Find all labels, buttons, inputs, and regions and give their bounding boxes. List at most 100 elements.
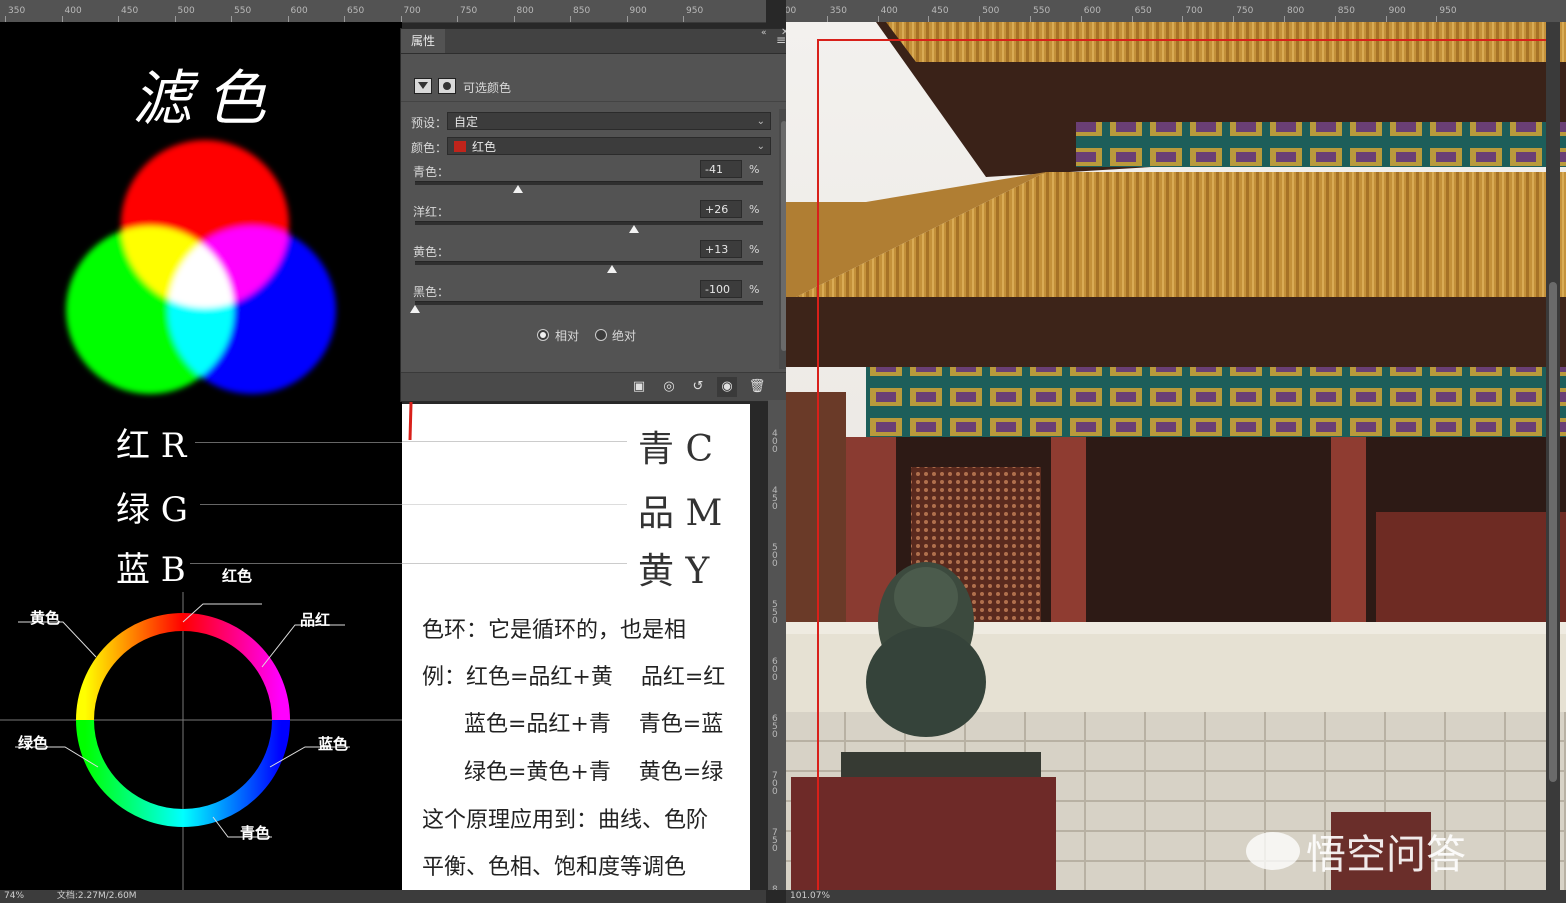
forbidden-city-photo: 悟空问答 [786,22,1566,890]
vertical-ruler-tick-label: 550 [772,600,778,626]
color-dropdown[interactable]: 红色 ⌄ [447,137,771,155]
ruler-right-tick-label: 950 [1439,6,1457,16]
vertical-ruler: 400 450 500 550 600 650 700 750 800 [768,400,786,890]
screen-blend-diagram: 滤色 红 R 绿 G 蓝 B 红色 黄色 品红 绿色 蓝色 青色 [0,22,402,890]
ruler-right-tick-label: 500 [982,6,1000,16]
reset-button[interactable]: ↺ [688,377,708,397]
ruler-right-tick-label: 750 [1236,6,1254,16]
magenta-value-input[interactable]: +26 [700,200,742,218]
ruler-left-tick-label: 800 [516,6,534,16]
black-value-input[interactable]: -100 [700,280,742,298]
ruler-left-tick-label: 650 [347,6,365,16]
magenta-slider-track[interactable] [415,221,763,225]
percent-sign: % [749,163,760,176]
chevron-down-icon: ⌄ [756,116,765,127]
ruler-right-tick-label: 550 [1033,6,1051,16]
tab-properties[interactable]: 属性 [401,29,446,53]
relative-label: 相对 [555,329,580,343]
ruler-left-tick-label: 900 [629,6,647,16]
rgb-line-red [195,442,402,443]
ruler-right-tick-label: 600 [1083,6,1101,16]
red-selection-frame [817,39,1552,890]
watermark: 悟空问答 [1246,822,1466,880]
panel-divider [401,101,794,102]
slider-label-magenta: 洋红： [413,205,450,219]
photo-scrollbar[interactable] [1546,22,1560,890]
wheel-label-green: 绿色 [18,734,49,752]
absolute-label: 绝对 [612,329,637,343]
cyan-value-input[interactable]: -41 [700,160,742,178]
status-bar-right: 101.07% [786,890,1566,903]
wheel-label-magenta: 品红 [300,611,331,629]
ruler-left-tick-label: 400 [64,6,82,16]
horizontal-ruler-right: 300 350 400 450 500 550 600 650 700 750 800 850 900 9… [786,0,1566,23]
ruler-left-tick-label: 850 [573,6,591,16]
color-wheel [0,592,402,890]
wheel-label-blue: 蓝色 [318,735,349,753]
ruler-right-tick-label: 400 [880,6,898,16]
status-bar-left: 74% 文档:2.27M/2.60M [0,890,766,903]
vertical-ruler-tick-label: 500 [772,543,778,569]
ruler-right-tick-label: 850 [1337,6,1355,16]
chevron-down-icon: ⌄ [756,141,765,152]
delete-button[interactable]: 🗑 [747,377,767,397]
color-value: 红色 [472,140,497,154]
ruler-right-tick-label: 900 [1388,6,1406,16]
absolute-radio[interactable] [595,329,607,341]
ruler-right-tick-label: 450 [931,6,949,16]
yellow-value-input[interactable]: +13 [700,240,742,258]
watermark-logo-icon [1246,832,1300,870]
adjustment-layer-icon [414,78,432,94]
ruler-right-tick-label: 650 [1134,6,1152,16]
zoom-level-right: 101.07% [790,891,831,901]
slider-label-cyan: 青色： [413,165,450,179]
percent-sign: % [749,283,760,296]
ruler-left-tick-label: 700 [403,6,421,16]
zoom-level: 74% [4,891,25,901]
slider-label-black: 黑色： [413,285,450,299]
ruler-left-tick-label: 750 [460,6,478,16]
cyan-slider-track[interactable] [415,181,763,185]
ruler-left-tick-mark [457,16,458,22]
doc-line-5: 这个原理应用到：曲线、色阶 [422,808,709,833]
label-yellow-y: 黄 Y [638,551,710,592]
ruler-left-tick-label: 450 [121,6,139,16]
view-previous-state-button[interactable]: ◎ [659,377,679,397]
relative-radio[interactable] [537,329,549,341]
ruler-left-tick-label: 500 [177,6,195,16]
ruler-left-tick-label: 350 [8,6,26,16]
ruler-right-tick-label: 700 [1185,6,1203,16]
vertical-ruler-tick-label: 450 [772,486,778,512]
ruler-left-tick-label: 550 [234,6,252,16]
watermark-text: 悟空问答 [1306,832,1466,878]
vertical-ruler-tick-label: 800 [772,885,778,891]
magenta-slider-thumb[interactable] [629,225,640,233]
visibility-eye-button[interactable]: ◉ [717,377,737,397]
label-magenta-m: 品 M [638,493,723,534]
black-slider-thumb[interactable] [410,305,420,313]
ruler-left-tick-mark [683,16,684,22]
ruler-left-tick-mark [626,16,628,22]
layer-mask-icon[interactable] [438,78,456,94]
panel-button-bar: ▣ ◎ ↺ ◉ 🗑 [401,372,794,401]
preset-dropdown[interactable]: 自定 ⌄ [447,112,771,130]
clip-to-layer-button[interactable]: ▣ [629,377,649,397]
doc-line-3: 蓝色=品红+青 青色=蓝 [422,712,724,737]
yellow-slider-track[interactable] [415,261,763,265]
ruler-left-tick-label: 950 [686,6,704,16]
percent-sign: % [749,243,760,256]
vertical-ruler-tick-label: 600 [772,657,778,683]
collapse-icon[interactable]: « [761,28,767,38]
black-slider-track[interactable] [415,301,763,305]
label-green-g: 绿 G [116,490,188,530]
vertical-ruler-tick-label: 750 [772,828,778,854]
rgb-circles [66,140,336,394]
yellow-slider-thumb[interactable] [606,265,617,273]
panel-header: 属性 ≡ [401,29,794,54]
wheel-label-yellow: 黄色 [30,609,61,627]
doc-line-6: 平衡、色相、饱和度等调色 [422,855,687,880]
properties-panel: 属性 ≡ « ✕ 可选颜色 预设： 自定 ⌄ 颜色： 红色 ⌄ 青色： -41 … [400,27,795,402]
cyan-slider-thumb[interactable] [512,185,523,193]
color-swatch [454,141,466,152]
ruler-left-tick-mark [513,16,515,22]
